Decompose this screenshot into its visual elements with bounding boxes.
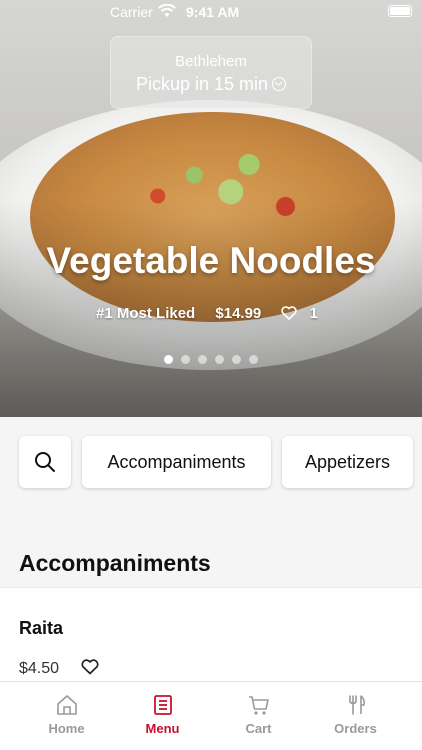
clock-label: 9:41 AM (186, 4, 240, 20)
likes-count-group[interactable]: 1 (281, 305, 326, 322)
search-button[interactable] (19, 436, 71, 488)
chevron-down-icon (272, 77, 287, 91)
dish-price: $14.99 (215, 305, 262, 322)
carousel-dot[interactable] (232, 355, 241, 364)
tab-home-label: Home (48, 721, 85, 736)
carousel-dot[interactable] (249, 355, 258, 364)
section-title: Accompaniments (19, 550, 211, 576)
tab-orders[interactable]: Orders (303, 682, 408, 750)
tab-cart[interactable]: Cart (206, 682, 311, 750)
menu-item-card[interactable]: Raita $4.50 (0, 587, 422, 687)
heart-icon (281, 306, 298, 320)
dish-title: Vegetable Noodles (46, 240, 376, 281)
dish-meta: #1 Most Liked $14.99 1 (0, 305, 422, 322)
carousel-dot[interactable] (164, 355, 173, 364)
heart-icon[interactable] (81, 659, 99, 675)
status-bar: Carrier 9:41 AM (0, 0, 422, 24)
carousel-dot[interactable] (215, 355, 224, 364)
cart-icon (248, 696, 269, 715)
location-selector[interactable]: Bethlehem Pickup in 15 min (110, 36, 312, 109)
likes-count: 1 (309, 305, 318, 322)
wifi-icon (158, 4, 176, 17)
battery-icon (388, 5, 412, 17)
most-liked-badge: #1 Most Liked (96, 305, 196, 322)
location-name: Bethlehem (175, 53, 247, 70)
utensils-icon (348, 695, 365, 715)
menu-icon (153, 695, 172, 715)
category-chip-appetizers[interactable]: Appetizers (282, 436, 413, 488)
tab-menu[interactable]: Menu (110, 682, 215, 750)
tab-bar: Home Menu Cart Orders (0, 681, 422, 750)
tab-menu-label: Menu (145, 721, 180, 736)
carousel-dots[interactable] (0, 351, 422, 369)
tab-home[interactable]: Home (14, 682, 119, 750)
menu-item-price: $4.50 (19, 660, 60, 677)
carousel-dot[interactable] (181, 355, 190, 364)
menu-item-name: Raita (19, 618, 64, 638)
search-icon (35, 452, 55, 472)
carousel-dot[interactable] (198, 355, 207, 364)
tab-orders-label: Orders (334, 721, 377, 736)
carrier-label: Carrier (110, 4, 153, 20)
category-bar: Accompaniments Appetizers (0, 417, 422, 507)
hero-banner[interactable]: Carrier 9:41 AM Bethlehem Pickup in 15 m… (0, 0, 422, 417)
category-chip-accompaniments[interactable]: Accompaniments (82, 436, 271, 488)
home-icon (56, 695, 77, 715)
pickup-time: Pickup in 15 min (111, 74, 311, 95)
tab-cart-label: Cart (245, 721, 272, 736)
